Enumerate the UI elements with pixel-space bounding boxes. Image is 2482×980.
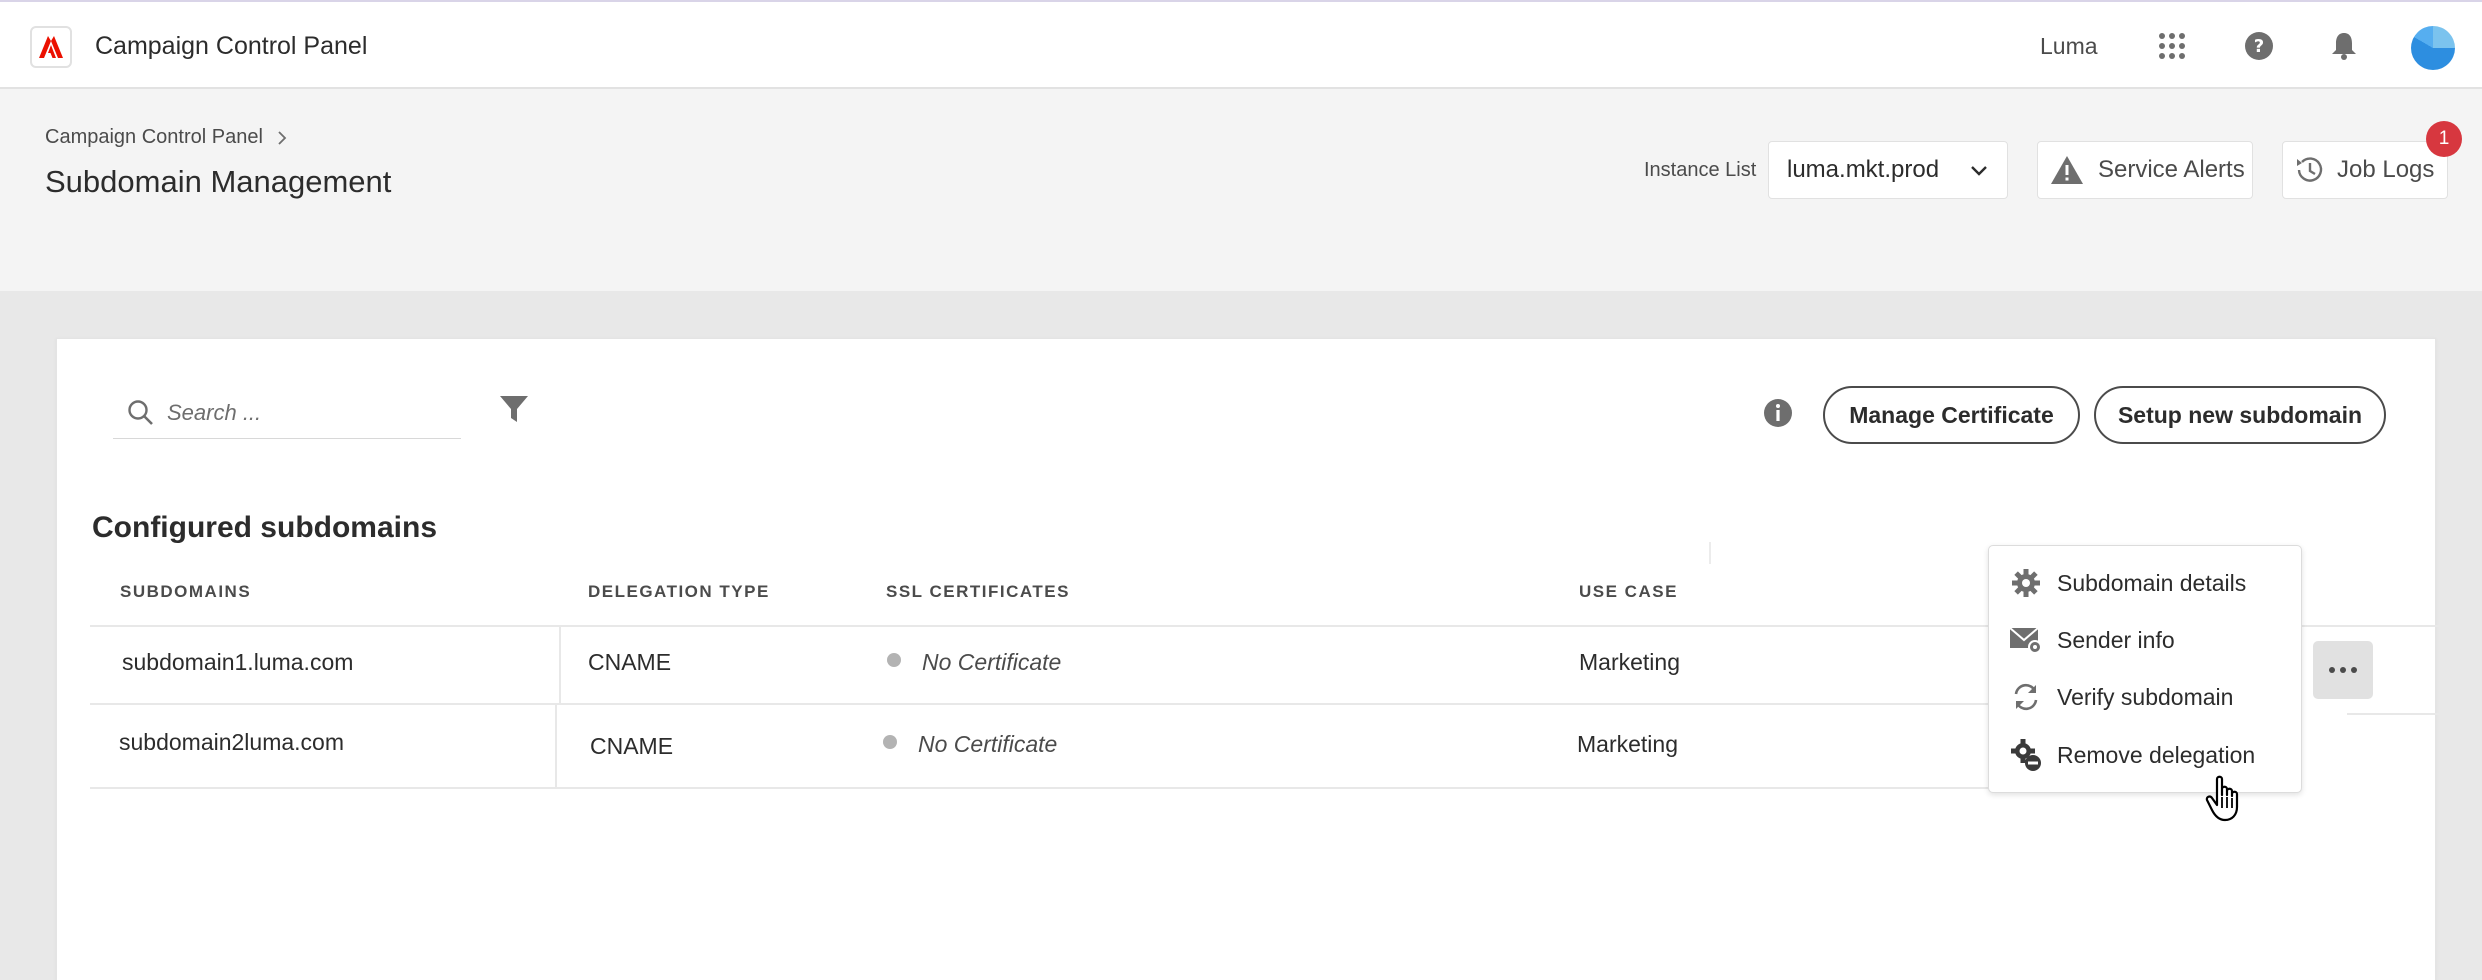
table-row-divider bbox=[2347, 713, 2457, 715]
mail-settings-icon bbox=[2009, 625, 2043, 655]
ssl-status: No Certificate bbox=[922, 649, 1062, 675]
cell-divider bbox=[559, 625, 561, 703]
service-alerts-button[interactable]: Service Alerts bbox=[2037, 141, 2253, 199]
chevron-right-icon bbox=[278, 130, 287, 145]
menu-item-label: Remove delegation bbox=[2057, 741, 2256, 768]
breadcrumb-item[interactable]: Campaign Control Panel bbox=[45, 126, 263, 149]
menu-item-label: Sender info bbox=[2057, 626, 2175, 653]
subdomain-name: subdomain1.luma.com bbox=[122, 649, 354, 675]
help-icon[interactable]: ? bbox=[2239, 26, 2279, 66]
page-title: Subdomain Management bbox=[45, 164, 392, 199]
status-dot bbox=[883, 735, 897, 749]
menu-item-verify-subdomain[interactable]: Verify subdomain bbox=[1989, 672, 2301, 722]
column-header-subdomains[interactable]: SUBDOMAINS bbox=[120, 582, 251, 602]
instance-select[interactable]: luma.mkt.prod bbox=[1768, 141, 2008, 199]
column-divider bbox=[1709, 542, 1711, 564]
delegation-type: CNAME bbox=[590, 733, 674, 759]
app-title[interactable]: Campaign Control Panel bbox=[95, 32, 367, 61]
chevron-down-icon bbox=[1971, 166, 1987, 176]
column-header-use-case[interactable]: USE CASE bbox=[1579, 582, 1678, 602]
svg-text:?: ? bbox=[2254, 36, 2264, 57]
subdomain-name: subdomain2luma.com bbox=[119, 729, 345, 755]
use-case: Marketing bbox=[1579, 649, 1680, 675]
menu-item-sender-info[interactable]: Sender info bbox=[1989, 615, 2301, 665]
cell-divider bbox=[555, 703, 557, 787]
top-bar: Campaign Control Panel Luma ? bbox=[0, 0, 2482, 89]
menu-item-label: Subdomain details bbox=[2057, 569, 2247, 596]
instance-list-label: Instance List bbox=[1644, 159, 1757, 181]
row-actions-menu: Subdomain details Sender info Verify sub… bbox=[1988, 545, 2302, 793]
menu-item-label: Verify subdomain bbox=[2057, 683, 2234, 710]
org-switcher[interactable]: Luma bbox=[2040, 33, 2098, 60]
use-case: Marketing bbox=[1577, 731, 1678, 757]
column-header-delegation-type[interactable]: DELEGATION TYPE bbox=[588, 582, 770, 602]
table-row-divider bbox=[90, 787, 2054, 789]
row-actions-button[interactable] bbox=[2313, 641, 2373, 699]
manage-certificate-button[interactable]: Manage Certificate bbox=[1823, 386, 2080, 444]
job-logs-button[interactable]: Job Logs bbox=[2282, 141, 2448, 199]
menu-item-remove-delegation[interactable]: Remove delegation bbox=[1989, 730, 2301, 780]
search-icon bbox=[127, 399, 155, 427]
filter-icon[interactable] bbox=[499, 394, 529, 424]
instance-select-value: luma.mkt.prod bbox=[1787, 156, 1940, 183]
gear-icon bbox=[2009, 568, 2043, 598]
hand-cursor-icon bbox=[2205, 775, 2245, 828]
alert-icon bbox=[2050, 155, 2084, 185]
delegation-type: CNAME bbox=[588, 649, 672, 675]
section-title: Configured subdomains bbox=[92, 511, 437, 544]
service-alerts-label: Service Alerts bbox=[2098, 156, 2245, 183]
column-header-ssl-certificates[interactable]: SSL CERTIFICATES bbox=[886, 582, 1070, 602]
adobe-logo-icon[interactable] bbox=[30, 26, 72, 68]
status-dot bbox=[887, 653, 901, 667]
page-header: Campaign Control Panel Subdomain Managem… bbox=[0, 89, 2482, 291]
ssl-status: No Certificate bbox=[918, 731, 1058, 757]
breadcrumb: Campaign Control Panel bbox=[45, 126, 287, 149]
search-input[interactable] bbox=[167, 399, 437, 426]
job-logs-label: Job Logs bbox=[2337, 156, 2435, 183]
menu-item-subdomain-details[interactable]: Subdomain details bbox=[1989, 558, 2301, 608]
gear-remove-icon bbox=[2009, 738, 2043, 772]
job-logs-badge: 1 bbox=[2426, 121, 2462, 157]
bell-icon[interactable] bbox=[2324, 26, 2364, 66]
search-field[interactable] bbox=[113, 387, 461, 439]
apps-grid-icon[interactable] bbox=[2152, 26, 2192, 66]
table-row-divider bbox=[90, 703, 2054, 705]
avatar[interactable] bbox=[2411, 26, 2455, 70]
setup-subdomain-button[interactable]: Setup new subdomain bbox=[2094, 386, 2386, 444]
refresh-icon bbox=[2009, 682, 2043, 712]
info-icon[interactable] bbox=[1763, 398, 1793, 428]
history-icon bbox=[2293, 154, 2325, 186]
